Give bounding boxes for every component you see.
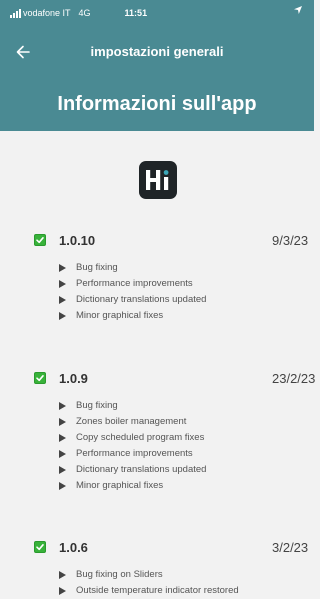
bullet-triangle-icon: [59, 434, 66, 442]
release-note-text: Dictionary translations updated: [76, 464, 207, 475]
bullet-triangle-icon: [59, 402, 66, 410]
version-header: 1.0.10 9/3/23: [0, 228, 314, 252]
bullet-triangle-icon: [59, 312, 66, 320]
version-date: 23/2/23: [272, 371, 316, 386]
release-note-item: Bug fixing on Sliders: [0, 567, 314, 583]
release-note-item: Dictionary translations updated: [0, 292, 314, 308]
bullet-triangle-icon: [59, 264, 66, 272]
release-note-text: Outside temperature indicator restored: [76, 585, 239, 596]
version-header: 1.0.9 23/2/23: [0, 366, 316, 390]
release-note-item: Dictionary translations updated: [0, 462, 314, 478]
network-label: 4G: [78, 8, 91, 18]
release-note-item: Performance improvements: [0, 446, 314, 462]
app-logo: [139, 161, 177, 199]
release-note-text: Copy scheduled program fixes: [76, 432, 205, 443]
release-note-text: Bug fixing: [76, 262, 118, 273]
status-bar: vodafone IT 4G 11:51: [10, 6, 308, 20]
release-note-item: Outside temperature indicator restored: [0, 583, 314, 599]
release-notes: Bug fixing Zones boiler management Copy sc…: [0, 398, 314, 494]
carrier-label: vodafone IT: [23, 8, 71, 18]
release-note-item: Performance improvements: [0, 276, 314, 292]
bullet-triangle-icon: [59, 450, 66, 458]
nav-bar: impostazioni generali: [0, 40, 314, 64]
page-title: Informazioni sull'app: [57, 93, 257, 115]
version-date: 3/2/23: [272, 540, 309, 555]
release-note-text: Performance improvements: [76, 278, 193, 289]
release-note-item: Bug fixing: [0, 260, 314, 276]
version-date: 9/3/23: [272, 233, 309, 248]
version-entry: 1.0.6 3/2/23 Bug fixing on Sliders Outside …: [0, 535, 314, 599]
release-note-item: Bug fixing: [0, 398, 314, 414]
release-note-text: Zones boiler management: [76, 416, 187, 427]
bullet-triangle-icon: [59, 296, 66, 304]
location-icon: [294, 6, 302, 16]
checkbox-checked-icon: [34, 541, 46, 553]
release-note-item: Copy scheduled program fixes: [0, 430, 314, 446]
release-note-text: Minor graphical fixes: [76, 480, 164, 491]
version-number: 1.0.9: [59, 371, 88, 386]
bullet-triangle-icon: [59, 482, 66, 490]
release-note-item: Zones boiler management: [0, 414, 314, 430]
release-note-text: Bug fixing on Sliders: [76, 569, 163, 580]
app-header: vodafone IT 4G 11:51 impostazioni genera…: [0, 0, 314, 131]
version-header: 1.0.6 3/2/23: [0, 535, 314, 559]
release-note-text: Minor graphical fixes: [76, 310, 164, 321]
release-note-text: Bug fixing: [76, 400, 118, 411]
version-list: 1.0.10 9/3/23 Bug fixing Performance improv…: [0, 228, 316, 599]
bullet-triangle-icon: [59, 466, 66, 474]
release-note-item: Minor graphical fixes: [0, 478, 314, 494]
version-number: 1.0.6: [59, 540, 88, 555]
hi-logo-icon: [146, 170, 169, 190]
release-note-item: Minor graphical fixes: [0, 308, 314, 324]
bullet-triangle-icon: [59, 571, 66, 579]
version-entry: 1.0.10 9/3/23 Bug fixing Performance improv…: [0, 228, 314, 324]
release-notes: Bug fixing Performance improvements Dictio…: [0, 260, 314, 324]
signal-icon: [10, 8, 21, 18]
version-number: 1.0.10: [59, 233, 96, 248]
clock: 11:51: [124, 8, 148, 18]
bullet-triangle-icon: [59, 418, 66, 426]
bullet-triangle-icon: [59, 587, 66, 595]
checkbox-checked-icon: [34, 372, 46, 384]
release-note-text: Performance improvements: [76, 448, 193, 459]
bullet-triangle-icon: [59, 280, 66, 288]
version-entry: 1.0.9 23/2/23 Bug fixing Zones boiler manag…: [0, 366, 316, 494]
checkbox-checked-icon: [34, 234, 46, 246]
release-note-text: Dictionary translations updated: [76, 294, 207, 305]
nav-title: impostazioni generali: [90, 44, 224, 59]
